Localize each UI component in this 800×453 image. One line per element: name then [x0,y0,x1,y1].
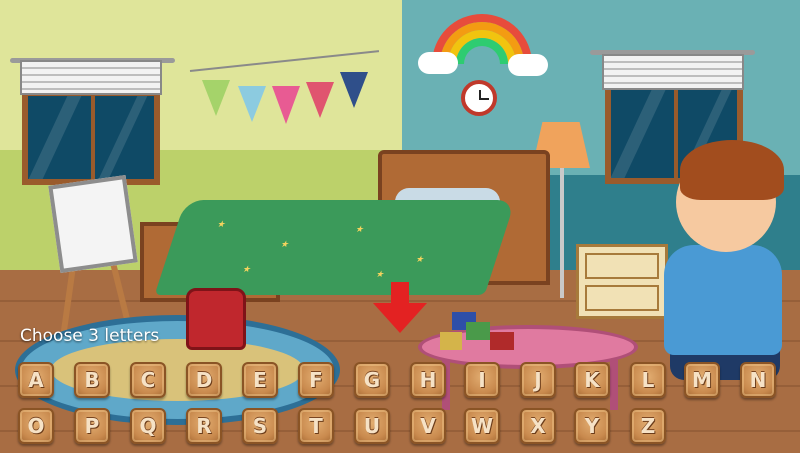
cloud-decoration [508,54,548,76]
letter-label: U [363,414,381,438]
toy-block [466,322,490,340]
letter-label: W [470,414,494,438]
letter-tile-j[interactable]: J [520,362,556,398]
letter-tile-h[interactable]: H [410,362,446,398]
toy-block [440,332,462,350]
letter-tile-t[interactable]: T [298,408,334,444]
letter-tile-z[interactable]: Z [630,408,666,444]
letter-label: D [195,368,213,392]
letter-label: M [692,368,712,392]
letter-tile-c[interactable]: C [130,362,166,398]
letter-tile-m[interactable]: M [684,362,720,398]
letter-tile-g[interactable]: G [354,362,390,398]
letter-tile-x[interactable]: X [520,408,556,444]
letter-label: X [530,414,546,438]
letter-label: A [28,368,44,392]
letter-tile-k[interactable]: K [574,362,610,398]
letter-label: P [84,414,100,438]
letter-label: H [419,368,437,392]
toy-block [490,332,514,350]
bunting-flag [238,86,266,122]
letter-tile-q[interactable]: Q [130,408,166,444]
left-window-blind [20,60,162,95]
cloud-decoration [418,52,458,74]
lamp-pole [560,168,564,298]
bunting-flag [306,82,334,118]
letter-tile-d[interactable]: D [186,362,222,398]
letter-tile-u[interactable]: U [354,408,390,444]
letter-label: Y [584,414,600,438]
school-backpack [186,288,246,350]
letter-tile-i[interactable]: I [464,362,500,398]
letter-label: S [252,414,268,438]
letter-tile-l[interactable]: L [630,362,666,398]
letter-label: C [140,368,156,392]
right-window-blind [602,54,744,90]
table-leg [610,360,618,410]
bed-blanket: ★ ★ ★ ★ ★ ★ [154,200,516,295]
letter-tile-v[interactable]: V [410,408,446,444]
letter-tile-f[interactable]: F [298,362,334,398]
letter-tile-o[interactable]: O [18,408,54,444]
down-arrow-icon [373,303,427,333]
letter-label: F [309,368,323,392]
floor-plank [0,430,800,432]
boy-hair [680,140,784,200]
letter-tile-y[interactable]: Y [574,408,610,444]
bunting-flag [202,80,230,116]
left-window [22,90,160,185]
letter-tile-s[interactable]: S [242,408,278,444]
bunting-flag [272,86,300,124]
letter-label: B [84,368,100,392]
letter-label: K [584,368,600,392]
letter-label: O [27,414,45,438]
easel-drawing [48,175,138,273]
game-scene: ★ ★ ★ ★ ★ ★ [0,0,800,453]
nightstand [576,244,668,319]
letter-label: N [749,368,767,392]
letter-tile-b[interactable]: B [74,362,110,398]
letter-tile-n[interactable]: N [740,362,776,398]
letter-label: V [420,414,436,438]
letter-tile-p[interactable]: P [74,408,110,444]
letter-tile-w[interactable]: W [464,408,500,444]
letter-label: J [534,368,542,392]
bunting-flag [340,72,368,108]
instruction-text: Choose 3 letters [20,326,160,346]
down-arrow-icon [391,282,409,304]
letter-tile-a[interactable]: A [18,362,54,398]
letter-label: E [253,368,267,392]
letter-label: G [363,368,381,392]
letter-label: Q [139,414,157,438]
letter-tile-r[interactable]: R [186,408,222,444]
letter-tile-e[interactable]: E [242,362,278,398]
boy-body [664,245,782,355]
letter-label: Z [640,414,656,438]
letter-label: R [196,414,212,438]
wall-clock [461,80,497,116]
letter-label: I [478,368,486,392]
letter-label: L [641,368,655,392]
letter-label: T [309,414,323,438]
